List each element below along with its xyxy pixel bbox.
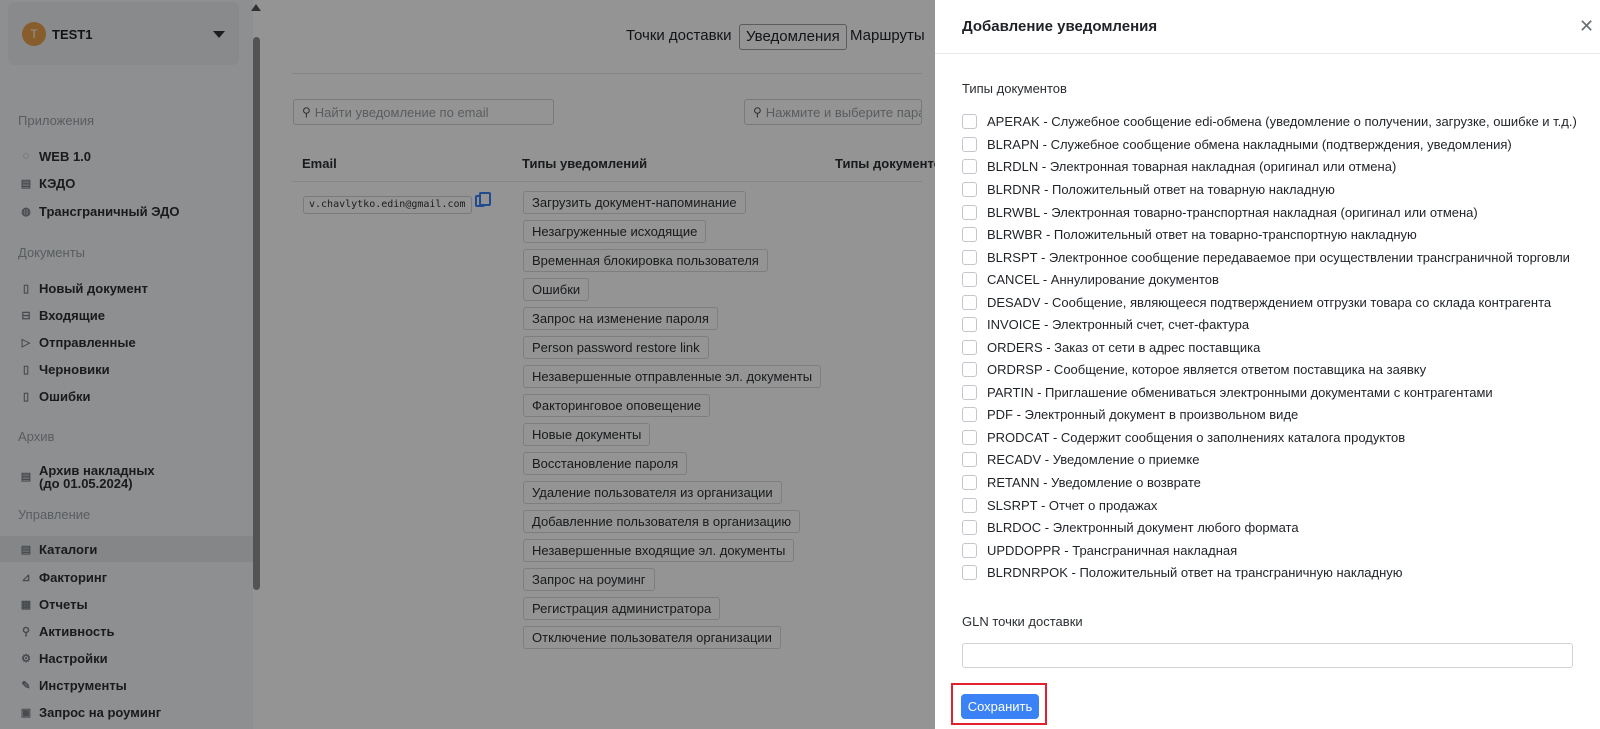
doc-type-label: PDF - Электронный документ в произвольно…	[987, 406, 1299, 422]
checkbox[interactable]	[962, 249, 977, 265]
doc-type-label: UPDDOPPR - Трансграничная накладная	[987, 542, 1238, 558]
checkbox[interactable]	[962, 361, 977, 377]
checkbox[interactable]	[962, 271, 977, 287]
doc-type-label: BLRDNR - Положительный ответ на товарную…	[987, 181, 1335, 197]
doc-type-option-blrwbr[interactable]: BLRWBR - Положительный ответ на товарно-…	[962, 223, 1417, 245]
doc-type-label: BLRWBR - Положительный ответ на товарно-…	[987, 226, 1417, 242]
doc-type-label: BLRWBL - Электронная товарно-транспортна…	[987, 204, 1478, 220]
save-button[interactable]: Сохранить	[961, 694, 1039, 719]
checkbox[interactable]	[962, 158, 977, 174]
add-notification-drawer: Добавление уведомления ✕ Типы документов…	[935, 0, 1600, 729]
doc-type-label: BLRDLN - Электронная товарная накладная …	[987, 158, 1397, 174]
doc-type-option-aperak[interactable]: APERAK - Служебное сообщение edi-обмена …	[962, 110, 1577, 132]
doc-type-label: PARTIN - Приглашение обмениваться электр…	[987, 384, 1493, 400]
checkbox[interactable]	[962, 519, 977, 535]
doc-type-option-upddoppr[interactable]: UPDDOPPR - Трансграничная накладная	[962, 539, 1237, 561]
document-types-label: Типы документов	[962, 81, 1067, 96]
doc-type-option-partin[interactable]: PARTIN - Приглашение обмениваться электр…	[962, 381, 1493, 403]
checkbox[interactable]	[962, 294, 977, 310]
checkbox[interactable]	[962, 181, 977, 197]
checkbox[interactable]	[962, 316, 977, 332]
doc-type-option-blrwbl[interactable]: BLRWBL - Электронная товарно-транспортна…	[962, 201, 1478, 223]
doc-type-label: PRODCAT - Содержит сообщения о заполнени…	[987, 429, 1406, 445]
close-icon[interactable]: ✕	[1579, 17, 1594, 35]
doc-type-label: BLRAPN - Служебное сообщение обмена накл…	[987, 136, 1512, 152]
doc-type-label: ORDRSP - Сообщение, которое является отв…	[987, 361, 1427, 377]
doc-type-option-cancel[interactable]: CANCEL - Аннулирование документов	[962, 268, 1219, 290]
doc-type-label: RETANN - Уведомление о возврате	[987, 474, 1201, 490]
doc-type-option-orders[interactable]: ORDERS - Заказ от сети в адрес поставщик…	[962, 336, 1260, 358]
doc-type-label: DESADV - Сообщение, являющееся подтвержд…	[987, 294, 1552, 310]
checkbox[interactable]	[962, 451, 977, 467]
drawer-title: Добавление уведомления	[962, 18, 1158, 35]
checkbox[interactable]	[962, 339, 977, 355]
doc-type-label: INVOICE - Электронный счет, счет-фактура	[987, 316, 1250, 332]
doc-type-label: APERAK - Служебное сообщение edi-обмена …	[987, 113, 1577, 129]
doc-type-label: CANCEL - Аннулирование документов	[987, 271, 1219, 287]
doc-type-option-ordrsp[interactable]: ORDRSP - Сообщение, которое является отв…	[962, 358, 1426, 380]
checkbox[interactable]	[962, 474, 977, 490]
doc-type-option-blrdnr[interactable]: BLRDNR - Положительный ответ на товарную…	[962, 178, 1335, 200]
checkbox[interactable]	[962, 429, 977, 445]
checkbox[interactable]	[962, 204, 977, 220]
doc-type-option-desadv[interactable]: DESADV - Сообщение, являющееся подтвержд…	[962, 291, 1551, 313]
checkbox[interactable]	[962, 542, 977, 558]
doc-type-label: SLSRPT - Отчет о продажах	[987, 497, 1158, 513]
doc-type-option-pdf[interactable]: PDF - Электронный документ в произвольно…	[962, 403, 1298, 425]
gln-label: GLN точки доставки	[962, 614, 1083, 629]
doc-type-option-blrspt[interactable]: BLRSPT - Электронное сообщение передавае…	[962, 246, 1570, 268]
doc-type-option-retann[interactable]: RETANN - Уведомление о возврате	[962, 471, 1201, 493]
checkbox[interactable]	[962, 564, 977, 580]
gln-input[interactable]	[962, 643, 1573, 668]
divider	[935, 53, 1600, 54]
doc-type-label: BLRSPT - Электронное сообщение передавае…	[987, 249, 1570, 265]
checkbox[interactable]	[962, 113, 977, 129]
checkbox[interactable]	[962, 136, 977, 152]
doc-type-option-prodcat[interactable]: PRODCAT - Содержит сообщения о заполнени…	[962, 426, 1405, 448]
doc-type-label: RECADV - Уведомление о приемке	[987, 451, 1200, 467]
checkbox[interactable]	[962, 497, 977, 513]
doc-type-label: BLRDOC - Электронный документ любого фор…	[987, 519, 1299, 535]
checkbox[interactable]	[962, 226, 977, 242]
checkbox[interactable]	[962, 384, 977, 400]
doc-type-option-blrdnrpok[interactable]: BLRDNRPOK - Положительный ответ на транс…	[962, 561, 1403, 583]
doc-type-option-blrapn[interactable]: BLRAPN - Служебное сообщение обмена накл…	[962, 133, 1512, 155]
doc-type-label: ORDERS - Заказ от сети в адрес поставщик…	[987, 339, 1261, 355]
checkbox[interactable]	[962, 406, 977, 422]
doc-type-label: BLRDNRPOK - Положительный ответ на транс…	[987, 564, 1403, 580]
doc-type-option-recadv[interactable]: RECADV - Уведомление о приемке	[962, 448, 1199, 470]
doc-type-option-invoice[interactable]: INVOICE - Электронный счет, счет-фактура	[962, 313, 1249, 335]
doc-type-option-blrdln[interactable]: BLRDLN - Электронная товарная накладная …	[962, 155, 1396, 177]
doc-type-option-blrdoc[interactable]: BLRDOC - Электронный документ любого фор…	[962, 516, 1299, 538]
modal-overlay[interactable]	[0, 0, 935, 729]
doc-type-option-slsrpt[interactable]: SLSRPT - Отчет о продажах	[962, 494, 1157, 516]
